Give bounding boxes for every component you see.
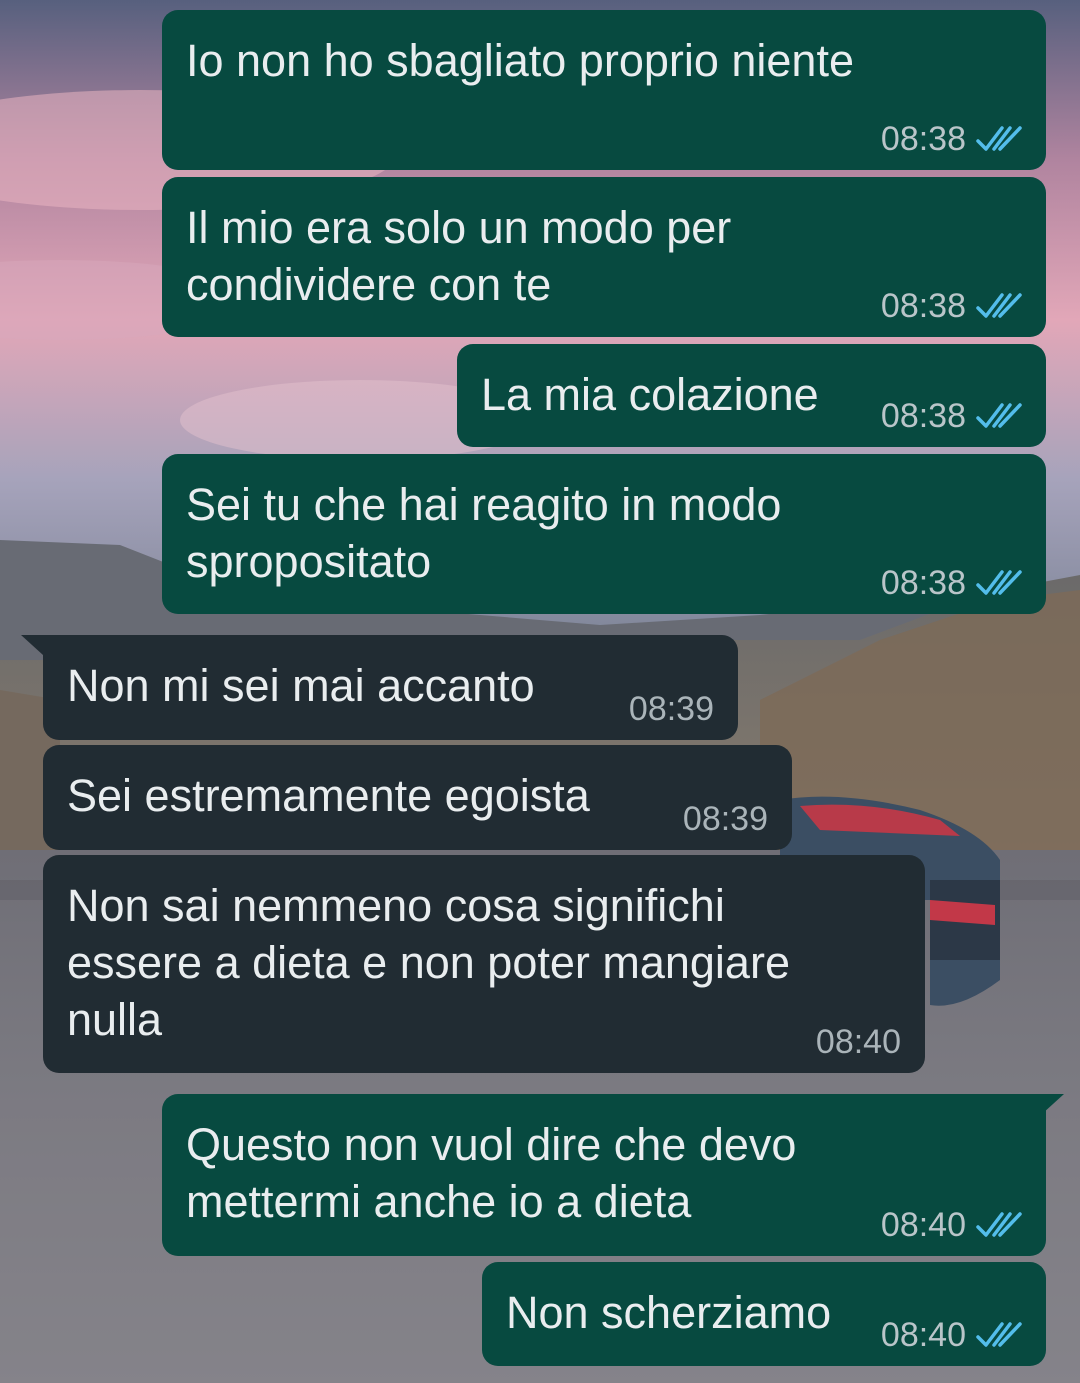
message-bubble-outgoing[interactable]: La mia colazione 08:38 xyxy=(457,344,1046,447)
message-time: 08:39 xyxy=(682,800,768,838)
message-bubble-outgoing[interactable]: Io non ho sbagliato proprio niente 08:38 xyxy=(162,10,1046,170)
message-bubble-incoming[interactable]: Non sai nemmeno cosa significhi essere a… xyxy=(43,855,925,1073)
message-meta: 08:38 xyxy=(881,399,1022,433)
message-bubble-outgoing[interactable]: Il mio era solo un modo per condividere … xyxy=(162,177,1046,337)
message-time: 08:38 xyxy=(880,397,966,435)
message-meta: 08:39 xyxy=(683,802,768,836)
message-bubble-outgoing[interactable]: Questo non vuol dire che devo mettermi a… xyxy=(162,1094,1064,1256)
message-meta: 08:39 xyxy=(629,692,714,726)
message-meta: 08:40 xyxy=(881,1208,1022,1242)
message-meta: 08:38 xyxy=(881,289,1022,323)
double-check-icon xyxy=(976,124,1022,154)
message-text: Non sai nemmeno cosa significhi essere a… xyxy=(67,880,790,1045)
double-check-icon xyxy=(976,401,1022,431)
message-time: 08:40 xyxy=(815,1023,901,1061)
message-bubble-outgoing[interactable]: Sei tu che hai reagito in modo sproposit… xyxy=(162,454,1046,614)
double-check-icon xyxy=(976,291,1022,321)
message-meta: 08:38 xyxy=(881,566,1022,600)
message-meta: 08:40 xyxy=(881,1318,1022,1352)
message-bubble-incoming[interactable]: Non mi sei mai accanto 08:39 xyxy=(21,635,738,740)
message-time: 08:39 xyxy=(628,690,714,728)
double-check-icon xyxy=(976,568,1022,598)
chat-thread: Io non ho sbagliato proprio niente 08:38… xyxy=(0,0,1080,1383)
double-check-icon xyxy=(976,1210,1022,1240)
bubble-tail xyxy=(1042,1094,1064,1114)
message-text: Sei estremamente egoista xyxy=(67,770,590,821)
message-time: 08:38 xyxy=(880,564,966,602)
message-bubble-incoming[interactable]: Sei estremamente egoista 08:39 xyxy=(43,745,792,850)
message-text: Io non ho sbagliato proprio niente xyxy=(186,35,854,86)
message-meta: 08:40 xyxy=(816,1025,901,1059)
message-time: 08:38 xyxy=(880,287,966,325)
message-time: 08:40 xyxy=(880,1316,966,1354)
message-meta: 08:38 xyxy=(881,122,1022,156)
message-text: Non mi sei mai accanto xyxy=(67,660,535,711)
message-time: 08:38 xyxy=(880,120,966,158)
bubble-tail xyxy=(21,635,43,655)
message-bubble-outgoing[interactable]: Non scherziamo 08:40 xyxy=(482,1262,1046,1366)
double-check-icon xyxy=(976,1320,1022,1350)
message-time: 08:40 xyxy=(880,1206,966,1244)
